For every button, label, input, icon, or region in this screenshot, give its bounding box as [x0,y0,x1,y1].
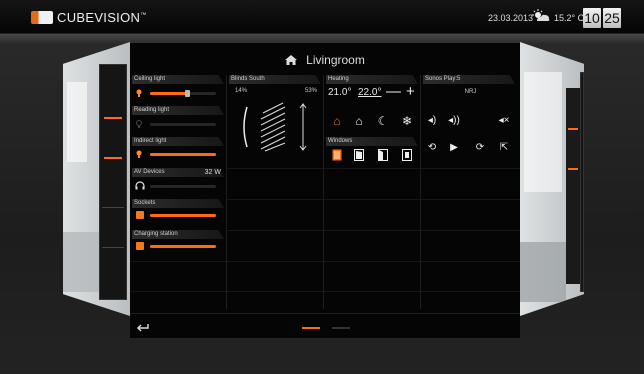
blinds-control[interactable] [237,101,317,153]
previous-room-panel-preview [99,64,127,300]
room-photo-window [67,82,87,162]
clock-hours: 10 [583,8,601,28]
next-room-pane[interactable] [520,42,584,316]
app-name: CUBEVISION™ [57,10,147,25]
previous-room-pane[interactable] [63,42,130,316]
window-tilted-icon[interactable] [354,149,364,161]
shuffle-icon[interactable]: ⟲ [425,142,439,153]
page-indicator-inactive[interactable] [332,327,350,329]
window-closed-icon[interactable] [332,149,342,161]
blinds-column: Blinds South 14% 53% [227,75,324,309]
tile-header-sonos: Sonos Play:5 [423,75,515,84]
cubevision-logo [31,11,53,24]
share-icon[interactable]: ⇱ [497,142,511,153]
tile-header-sockets: Sockets [132,199,224,208]
room-panel: Livingroom Ceiling light Reading light I… [130,42,520,338]
home-icon [285,55,298,65]
volume-down-icon[interactable]: ◂) [425,115,439,126]
headphones-icon[interactable] [135,181,145,190]
bulb-on-icon[interactable] [136,150,142,158]
door-icon[interactable] [402,149,412,161]
charging-station-slider[interactable] [150,245,216,248]
footer-divider [130,313,520,314]
night-mode-icon[interactable]: ☾ [376,114,390,128]
room-title: Livingroom [130,53,520,67]
home-mode-icon[interactable]: ⌂ [352,114,366,128]
tile-header-heating: Heating [326,75,418,84]
reading-light-slider[interactable] [150,123,216,126]
tile-header-blinds: Blinds South [229,75,321,84]
sonos-source: NRJ [464,89,477,95]
target-temperature[interactable]: 22.0° [358,87,381,98]
next-room-panel-edge [580,72,584,292]
lights-column: Ceiling light Reading light Indirect lig… [130,75,227,309]
indirect-light-slider[interactable] [150,153,216,156]
window-open-icon[interactable] [378,149,388,161]
sockets-slider[interactable] [150,214,216,217]
mute-icon[interactable]: ◂× [497,115,511,126]
date-display: 23.03.2013 [488,13,534,23]
socket-toggle[interactable] [136,211,144,219]
bulb-on-icon[interactable] [136,89,142,97]
bulb-off-icon[interactable] [136,120,142,128]
temperature-display: 15.2° C [554,13,585,23]
partly-cloudy-icon [532,9,550,21]
volume-up-icon[interactable]: ◂)) [447,115,461,126]
page-indicator-active[interactable] [302,327,320,329]
tile-header-ceiling-light: Ceiling light [132,75,224,84]
temperature-minus-button[interactable]: — [386,83,401,100]
temperature-plus-button[interactable]: + [406,83,415,100]
ceiling-light-slider[interactable] [150,90,216,97]
av-devices-slider[interactable] [150,185,216,188]
sonos-column: Sonos Play:5 NRJ ◂) ◂)) ◂× ⟲ ▶ ⟳ ⇱ [421,75,520,309]
comfort-mode-icon[interactable]: ⌂ [330,114,344,128]
current-temperature: 21.0° [328,87,352,98]
play-icon[interactable]: ▶ [447,142,461,153]
blinds-right-percent: 53% [304,88,317,94]
repeat-icon[interactable]: ⟳ [473,142,487,153]
next-room-panel-preview [566,88,580,284]
room-photo-floor [63,232,99,292]
tile-header-windows: Windows [326,137,418,146]
blinds-left-percent: 14% [235,88,248,94]
tile-header-indirect-light: Indirect light [132,137,224,146]
room-photo-floor [520,242,566,302]
charging-toggle[interactable] [136,242,144,250]
clock-minutes: 25 [603,8,621,28]
tile-header-charging-station: Charging station [132,230,224,239]
room-photo-kitchen [524,72,562,192]
frost-mode-icon[interactable]: ❄ [400,114,414,128]
av-power-value: 32 W [204,169,221,176]
top-bar: CUBEVISION™ 23.03.2013 15.2° C 10 25 [0,0,644,34]
tile-header-reading-light: Reading light [132,106,224,115]
back-icon[interactable] [136,323,150,333]
heating-column: Heating 21.0° 22.0° — + ⌂ ⌂ ☾ ❄ Windows [324,75,421,309]
